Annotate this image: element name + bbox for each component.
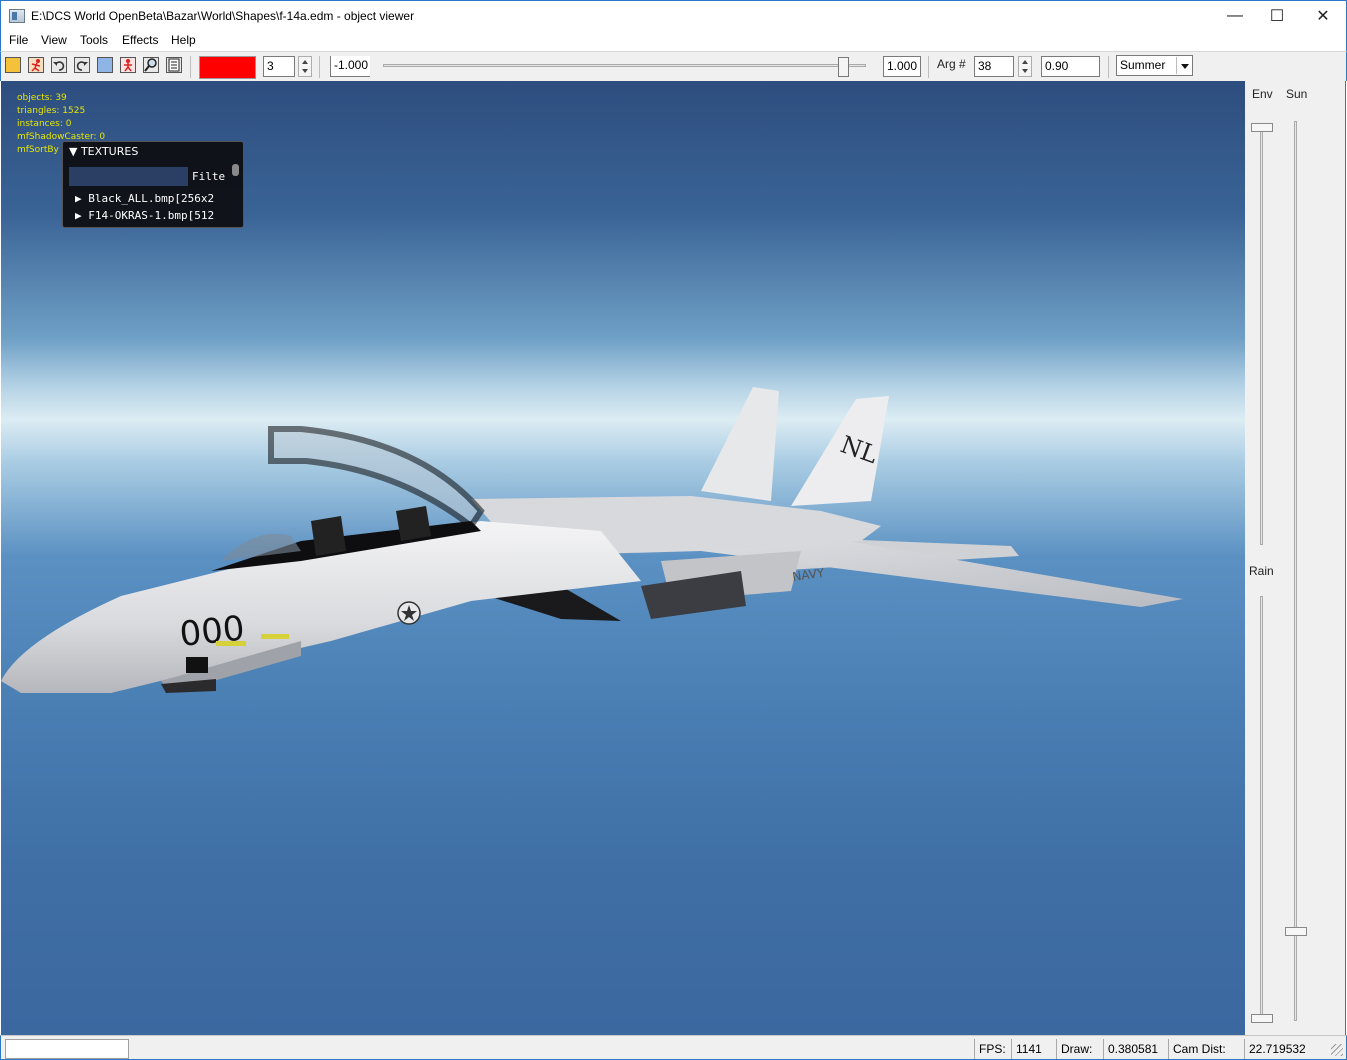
draw-value: 0.380581 xyxy=(1103,1039,1168,1059)
cam-dist-value: 22.719532 xyxy=(1244,1039,1330,1059)
texture-filter-label: Filte xyxy=(192,170,226,183)
left-vertical-tail xyxy=(701,387,779,501)
menu-file[interactable]: File xyxy=(9,33,28,47)
run-figure-glyph xyxy=(31,59,41,72)
arg-amount-field[interactable]: 0.90 xyxy=(1041,56,1100,77)
rain-label: Rain xyxy=(1249,564,1274,578)
yellow-marking xyxy=(216,641,246,646)
chevron-down-icon[interactable] xyxy=(1176,57,1191,74)
season-value: Summer xyxy=(1120,58,1166,72)
sun-slider-track[interactable] xyxy=(1294,121,1297,1021)
toolbar-separator xyxy=(319,56,320,78)
cam-dist-label: Cam Dist: xyxy=(1168,1039,1244,1059)
range-min-field[interactable]: -1.000 xyxy=(330,56,370,77)
menu-bar: File View Tools Effects Help xyxy=(0,31,1347,51)
arg-number-spinner[interactable] xyxy=(1018,56,1032,77)
yellow-marking xyxy=(261,634,289,639)
stat-instances: instances: 0 xyxy=(17,119,72,129)
seat-rear xyxy=(396,506,431,541)
color-swatch[interactable] xyxy=(199,56,256,79)
document-icon[interactable] xyxy=(166,57,182,73)
document-glyph xyxy=(168,58,180,72)
undo-icon[interactable] xyxy=(51,57,67,73)
run-figure-icon[interactable] xyxy=(28,57,44,73)
draw-label: Draw: xyxy=(1056,1039,1103,1059)
env-slider-thumb[interactable] xyxy=(1251,123,1273,132)
sun-label: Sun xyxy=(1286,87,1308,101)
rain-slider-thumb[interactable] xyxy=(1251,1014,1273,1023)
toolbar-separator xyxy=(1108,56,1109,78)
3d-viewport[interactable]: 000 NL NAVY objects: 39 triangles: 1525 … xyxy=(1,81,1245,1035)
stat-triangles: triangles: 1525 xyxy=(17,106,86,116)
menu-effects[interactable]: Effects xyxy=(122,33,158,47)
range-max-field[interactable]: 1.000 xyxy=(883,56,921,77)
menu-help[interactable]: Help xyxy=(171,33,196,47)
minimize-button[interactable]: — xyxy=(1212,1,1258,31)
arg-label: Arg # xyxy=(937,57,966,71)
close-button[interactable]: ✕ xyxy=(1300,1,1346,31)
texture-item[interactable]: ▶ F14-OKRAS-1.bmp[512 xyxy=(75,209,237,222)
env-label: Env xyxy=(1252,87,1273,101)
texture-filter-input[interactable] xyxy=(69,167,188,186)
sun-slider-thumb[interactable] xyxy=(1285,927,1307,936)
status-bar: FPS: 1141 Draw: 0.380581 Cam Dist: 22.71… xyxy=(0,1035,1347,1060)
arg-slider-thumb[interactable] xyxy=(838,57,849,77)
fps-label: FPS: xyxy=(974,1039,1011,1059)
textures-scrollbar[interactable] xyxy=(232,164,239,176)
glove-shadow xyxy=(641,571,746,619)
gun-port xyxy=(186,657,208,673)
lod-field[interactable]: 3 xyxy=(263,56,295,77)
redo-glyph xyxy=(76,61,88,71)
lod-spinner[interactable] xyxy=(298,56,312,77)
rain-slider-track[interactable] xyxy=(1260,596,1263,1021)
season-select[interactable]: Summer xyxy=(1116,55,1193,76)
image-icon[interactable] xyxy=(97,57,113,73)
figure-red-icon[interactable] xyxy=(120,57,136,73)
toolbar-separator xyxy=(928,56,929,78)
resize-grip-icon[interactable] xyxy=(1331,1044,1343,1056)
open-folder-icon[interactable] xyxy=(5,57,21,73)
status-message-box xyxy=(5,1039,129,1059)
app-icon xyxy=(9,9,25,23)
arg-slider-track[interactable] xyxy=(383,64,866,67)
toolbar-separator xyxy=(190,56,191,78)
menu-tools[interactable]: Tools xyxy=(80,33,108,47)
texture-item[interactable]: ▶ Black_ALL.bmp[256x2 xyxy=(75,192,237,205)
arg-number-field[interactable]: 38 xyxy=(974,56,1014,77)
seat-front xyxy=(311,516,346,556)
textures-header[interactable]: ▼ TEXTURES xyxy=(69,145,138,158)
nose-number: 000 xyxy=(178,608,247,655)
stat-objects: objects: 39 xyxy=(17,93,67,103)
open-canopy xyxy=(268,426,485,531)
figure-red-glyph xyxy=(124,59,132,72)
window-title: E:\DCS World OpenBeta\Bazar\World\Shapes… xyxy=(31,9,415,23)
fps-value: 1141 xyxy=(1011,1039,1056,1059)
magnifier-glyph xyxy=(144,58,157,72)
zoom-magnifier-icon[interactable] xyxy=(143,57,159,73)
textures-panel: ▼ TEXTURES Filte ▶ Black_ALL.bmp[256x2 ▶… xyxy=(62,141,244,228)
title-bar: E:\DCS World OpenBeta\Bazar\World\Shapes… xyxy=(0,0,1347,31)
env-slider-track[interactable] xyxy=(1260,125,1263,545)
redo-icon[interactable] xyxy=(74,57,90,73)
menu-view[interactable]: View xyxy=(41,33,67,47)
maximize-button[interactable]: ☐ xyxy=(1254,1,1300,31)
undo-glyph xyxy=(53,61,65,71)
environment-panel: Env Sun Rain xyxy=(1245,81,1346,1035)
